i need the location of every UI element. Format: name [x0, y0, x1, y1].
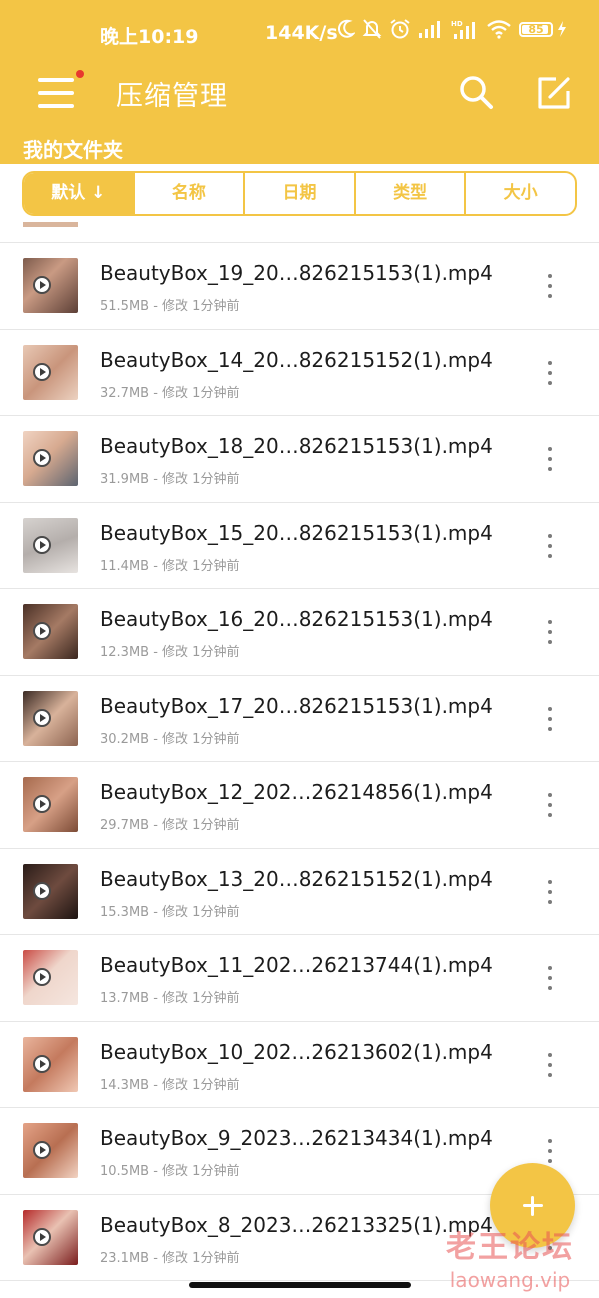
file-row[interactable]: BeautyBox_19_20…826215153(1).mp4 51.5MB …: [0, 243, 599, 330]
more-options-button[interactable]: [538, 617, 562, 647]
sort-tab-date[interactable]: 日期: [245, 173, 356, 214]
alarm-icon: [390, 19, 410, 39]
file-row[interactable]: BeautyBox_14_20…826215152(1).mp4 32.7MB …: [0, 330, 599, 416]
notification-dot: [76, 70, 84, 78]
status-icons: HD 85: [337, 18, 567, 40]
file-name: BeautyBox_16_20…826215153(1).mp4: [100, 607, 493, 631]
bell-off-icon: [362, 19, 382, 39]
file-meta: 51.5MB - 修改 1分钟前: [100, 299, 240, 314]
file-name: BeautyBox_15_20…826215153(1).mp4: [100, 520, 493, 545]
battery-icon: 85: [519, 21, 553, 37]
search-button[interactable]: [455, 71, 499, 115]
file-name: BeautyBox_18_20…826215153(1).mp4: [100, 434, 493, 458]
sort-tab-type[interactable]: 类型: [356, 173, 467, 214]
play-icon: [33, 795, 51, 813]
file-row[interactable]: BeautyBox_11_202…26213744(1).mp4 13.7MB …: [0, 935, 599, 1022]
sort-tabs: 默认 ↓ 名称 日期 类型 大小: [22, 171, 577, 216]
more-options-button[interactable]: [538, 790, 562, 820]
folder-label: 我的文件夹: [23, 138, 123, 162]
page-title: 压缩管理: [116, 81, 228, 112]
file-name: BeautyBox_19_20…826215153(1).mp4: [100, 261, 493, 285]
play-icon: [33, 276, 51, 294]
sort-tab-size[interactable]: 大小: [466, 173, 575, 214]
file-name: BeautyBox_9_2023…26213434(1).mp4: [100, 1126, 493, 1150]
more-options-button[interactable]: [538, 444, 562, 474]
file-list[interactable]: BeautyBox_19_20…826215153(1).mp4 51.5MB …: [0, 222, 599, 1298]
play-icon: [33, 1054, 51, 1073]
file-meta: 29.7MB - 修改 1分钟前: [100, 818, 240, 833]
file-meta: 31.9MB - 修改 1分钟前: [100, 472, 240, 487]
network-speed: 144K/s: [265, 22, 338, 44]
file-meta: 14.3MB - 修改 1分钟前: [100, 1077, 240, 1093]
more-options-button[interactable]: [538, 963, 562, 993]
file-row[interactable]: BeautyBox_10_202…26213602(1).mp4 14.3MB …: [0, 1022, 599, 1108]
file-name: BeautyBox_14_20…826215152(1).mp4: [100, 347, 493, 372]
file-rows: BeautyBox_19_20…826215153(1).mp4 51.5MB …: [0, 243, 599, 1281]
more-options-button[interactable]: [538, 271, 562, 301]
charging-icon: [558, 21, 566, 37]
app-bar: 压缩管理: [0, 66, 599, 132]
add-button[interactable]: [490, 1163, 575, 1248]
file-name: BeautyBox_8_2023…26213325(1).mp4: [100, 1212, 493, 1237]
play-icon: [33, 622, 51, 640]
play-icon: [33, 968, 51, 986]
more-options-button[interactable]: [538, 877, 562, 907]
status-time: 晚上10:19: [100, 26, 199, 48]
battery-level: 85: [528, 22, 544, 36]
svg-text:HD: HD: [451, 20, 463, 28]
play-icon: [33, 362, 51, 381]
play-icon: [33, 708, 51, 727]
sort-tab-name[interactable]: 名称: [135, 173, 246, 214]
play-icon: [33, 449, 51, 467]
folder-header: 我的文件夹: [0, 132, 599, 164]
file-name: BeautyBox_13_20…826215152(1).mp4: [100, 866, 493, 891]
file-name: BeautyBox_17_20…826215153(1).mp4: [100, 693, 493, 718]
more-options-button[interactable]: [538, 704, 562, 734]
signal-hd-icon: HD: [451, 20, 475, 39]
edit-icon: [538, 77, 570, 109]
play-icon: [33, 1141, 51, 1159]
wifi-icon: [487, 20, 511, 39]
more-options-button[interactable]: [538, 358, 562, 388]
file-meta: 32.7MB - 修改 1分钟前: [100, 385, 240, 401]
file-meta: 11.4MB - 修改 1分钟前: [100, 558, 240, 574]
home-indicator[interactable]: [189, 1282, 411, 1288]
more-options-button[interactable]: [538, 1050, 562, 1080]
file-name: BeautyBox_10_202…26213602(1).mp4: [100, 1039, 493, 1064]
play-icon: [33, 1227, 51, 1246]
signal-icon: [419, 21, 440, 38]
sort-tab-default[interactable]: 默认 ↓: [24, 173, 135, 214]
file-row[interactable]: BeautyBox_16_20…826215153(1).mp4 12.3MB …: [0, 589, 599, 676]
file-row[interactable]: BeautyBox_17_20…826215153(1).mp4 30.2MB …: [0, 676, 599, 762]
more-options-button[interactable]: [538, 531, 562, 561]
status-bar: 晚上10:19 144K/s HD 85: [0, 0, 599, 66]
file-name: BeautyBox_12_202…26214856(1).mp4: [100, 780, 493, 804]
edit-button[interactable]: [532, 71, 576, 115]
file-name: BeautyBox_11_202…26213744(1).mp4: [100, 953, 493, 977]
file-meta: 12.3MB - 修改 1分钟前: [100, 645, 240, 660]
more-options-button[interactable]: [538, 1136, 562, 1166]
menu-button[interactable]: [38, 70, 84, 114]
file-meta: 30.2MB - 修改 1分钟前: [100, 731, 240, 747]
play-icon: [33, 881, 51, 900]
file-row[interactable]: BeautyBox_12_202…26214856(1).mp4 29.7MB …: [0, 762, 599, 849]
file-row[interactable]: BeautyBox_18_20…826215153(1).mp4 31.9MB …: [0, 416, 599, 503]
file-meta: 23.1MB - 修改 1分钟前: [100, 1250, 240, 1266]
file-meta: 10.5MB - 修改 1分钟前: [100, 1164, 240, 1179]
play-icon: [33, 535, 51, 554]
search-icon: [460, 76, 493, 109]
file-row[interactable]: BeautyBox_13_20…826215152(1).mp4 15.3MB …: [0, 849, 599, 935]
file-meta: 15.3MB - 修改 1分钟前: [100, 904, 240, 920]
file-meta: 13.7MB - 修改 1分钟前: [100, 991, 240, 1006]
moon-icon: [338, 19, 355, 38]
file-thumbnail: [23, 222, 78, 227]
file-row[interactable]: BeautyBox_15_20…826215153(1).mp4 11.4MB …: [0, 503, 599, 589]
menu-icon: [38, 78, 74, 82]
